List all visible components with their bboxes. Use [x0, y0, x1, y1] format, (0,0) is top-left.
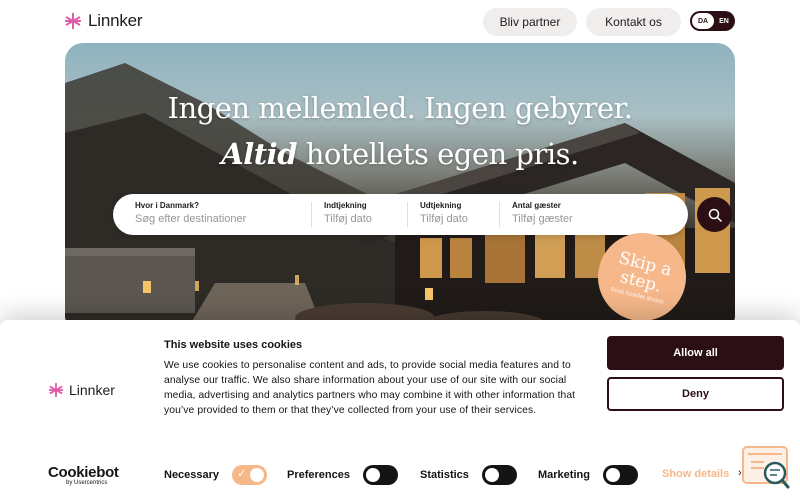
- search-button[interactable]: [697, 197, 732, 232]
- hero-section: Ingen mellemled. Ingen gebyrer. Altid ho…: [65, 43, 735, 333]
- cookie-logo-text: Linnker: [69, 382, 115, 398]
- hero-title-line1: Ingen mellemled. Ingen gebyrer.: [167, 91, 633, 125]
- logo-flower-icon: [64, 12, 82, 30]
- search-icon: [708, 208, 722, 222]
- cookie-site-logo: Linnker: [48, 382, 115, 398]
- checkout-input[interactable]: Tilføj dato: [420, 213, 500, 225]
- destination-input[interactable]: Søg efter destinationer: [135, 213, 305, 225]
- preferences-toggle-row: Preferences: [287, 465, 398, 485]
- cookie-description: We use cookies to personalise content an…: [164, 360, 576, 416]
- site-logo[interactable]: Linnker: [64, 11, 143, 31]
- marketing-toggle-row: Marketing: [538, 465, 638, 485]
- preferences-label: Preferences: [287, 469, 350, 481]
- necessary-switch[interactable]: ✓: [232, 465, 268, 485]
- contact-us-button[interactable]: Kontakt os: [586, 8, 681, 36]
- statistics-label: Statistics: [420, 469, 469, 481]
- allow-all-button[interactable]: Allow all: [607, 336, 784, 370]
- search-divider: [499, 202, 500, 227]
- marketing-label: Marketing: [538, 469, 590, 481]
- destination-label: Hvor i Danmark?: [135, 201, 200, 210]
- necessary-toggle-row: Necessary ✓: [164, 465, 268, 485]
- marketing-switch[interactable]: [602, 465, 638, 485]
- statistics-toggle-row: Statistics: [420, 465, 517, 485]
- site-header: Linnker Bliv partner Kontakt os DA EN: [0, 0, 800, 42]
- show-details-link[interactable]: Show details: [662, 468, 729, 480]
- checkout-field[interactable]: Udtjekning Tilføj dato: [420, 201, 500, 225]
- checkin-label: Indtjekning: [324, 201, 367, 210]
- switch-knob: [484, 468, 499, 482]
- switch-knob: [605, 468, 620, 482]
- cookiebot-logo[interactable]: Cookiebot by Usercentrics: [48, 465, 119, 486]
- hero-title-rest: hotellets egen pris.: [296, 137, 580, 171]
- deny-button[interactable]: Deny: [607, 377, 784, 411]
- language-toggle[interactable]: DA EN: [690, 11, 735, 31]
- switch-knob: [250, 468, 265, 482]
- guests-input[interactable]: Tilføj gæster: [512, 213, 632, 225]
- become-partner-button[interactable]: Bliv partner: [483, 8, 577, 36]
- search-bar: Hvor i Danmark? Søg efter destinationer …: [113, 194, 732, 235]
- cookiebot-logo-text: Cookiebot: [48, 464, 119, 481]
- check-icon: ✓: [237, 468, 247, 480]
- lang-option-da[interactable]: DA: [692, 13, 714, 29]
- search-divider: [407, 202, 408, 227]
- checkin-input[interactable]: Tilføj dato: [324, 213, 404, 225]
- logo-flower-icon: [48, 382, 64, 398]
- hero-title-line2: Altid hotellets egen pris.: [65, 137, 735, 171]
- hero-title-emphasis: Altid: [221, 137, 297, 171]
- necessary-label: Necessary: [164, 469, 220, 481]
- guests-label: Antal gæster: [512, 201, 561, 210]
- preferences-switch[interactable]: [363, 465, 398, 485]
- lang-option-en[interactable]: EN: [716, 13, 732, 29]
- destination-field[interactable]: Hvor i Danmark? Søg efter destinationer: [135, 201, 305, 225]
- cookie-consent-banner: Linnker This website uses cookies We use…: [0, 320, 800, 500]
- switch-knob: [366, 468, 380, 482]
- search-divider: [311, 202, 312, 227]
- checkout-label: Udtjekning: [420, 201, 462, 210]
- chat-search-widget-icon[interactable]: [742, 446, 790, 490]
- statistics-switch[interactable]: [481, 465, 517, 485]
- logo-text: Linnker: [88, 11, 143, 30]
- checkin-field[interactable]: Indtjekning Tilføj dato: [324, 201, 404, 225]
- cookie-title: This website uses cookies: [164, 339, 303, 351]
- guests-field[interactable]: Antal gæster Tilføj gæster: [512, 201, 632, 225]
